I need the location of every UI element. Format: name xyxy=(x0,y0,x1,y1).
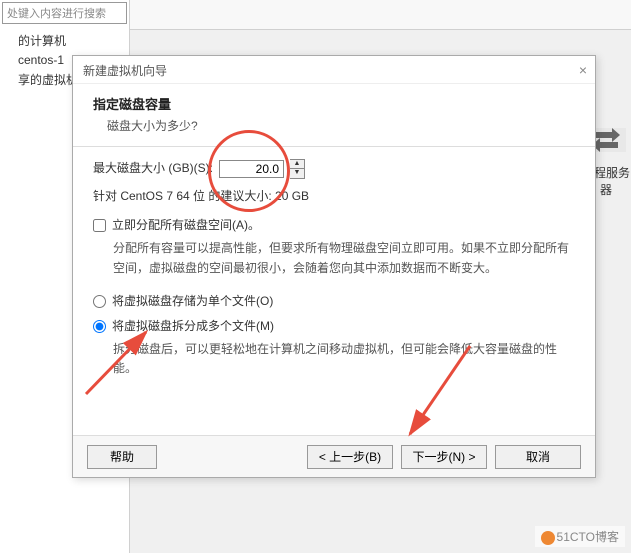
radio-multi-desc: 拆分磁盘后，可以更轻松地在计算机之间移动虚拟机，但可能会降低大容量磁盘的性能。 xyxy=(113,340,575,378)
allocate-now-label[interactable]: 立即分配所有磁盘空间(A)。 xyxy=(112,216,260,235)
radio-single-file[interactable] xyxy=(93,295,106,308)
dialog-footer: 帮助 < 上一步(B) 下一步(N) > 取消 xyxy=(73,435,595,477)
recommend-row: 针对 CentOS 7 64 位 的建议大小: 20 GB xyxy=(93,187,575,206)
spinner: ▲ ▼ xyxy=(290,159,305,179)
spinner-down-icon[interactable]: ▼ xyxy=(290,169,304,178)
wizard-dialog: 新建虚拟机向导 × 指定磁盘容量 磁盘大小为多少? 最大磁盘大小 (GB)(S)… xyxy=(72,55,596,478)
disk-size-row: 最大磁盘大小 (GB)(S): ▲ ▼ xyxy=(93,159,575,179)
watermark-text: 51CTO博客 xyxy=(557,530,619,544)
allocate-now-row: 立即分配所有磁盘空间(A)。 xyxy=(93,216,575,235)
help-button[interactable]: 帮助 xyxy=(87,445,157,469)
radio-single-label[interactable]: 将虚拟磁盘存储为单个文件(O) xyxy=(112,292,273,311)
radio-multi-file[interactable] xyxy=(93,320,106,333)
radio-multi-row: 将虚拟磁盘拆分成多个文件(M) xyxy=(93,317,575,336)
radio-multi-label[interactable]: 将虚拟磁盘拆分成多个文件(M) xyxy=(112,317,274,336)
disk-size-label: 最大磁盘大小 (GB)(S): xyxy=(93,159,213,178)
dialog-body: 最大磁盘大小 (GB)(S): ▲ ▼ 针对 CentOS 7 64 位 的建议… xyxy=(73,159,595,379)
watermark-icon xyxy=(541,531,555,545)
next-button[interactable]: 下一步(N) > xyxy=(401,445,487,469)
dialog-titlebar: 新建虚拟机向导 × xyxy=(73,56,595,84)
radio-single-row: 将虚拟磁盘存储为单个文件(O) xyxy=(93,292,575,311)
spinner-up-icon[interactable]: ▲ xyxy=(290,160,304,169)
top-tabs xyxy=(130,0,631,30)
search-input[interactable]: 处键入内容进行搜索 xyxy=(2,2,127,24)
allocate-desc: 分配所有容量可以提高性能，但要求所有物理磁盘空间立即可用。如果不立即分配所有空间… xyxy=(113,239,575,277)
dialog-header-title: 指定磁盘容量 xyxy=(93,94,575,113)
close-icon[interactable]: × xyxy=(579,62,587,78)
dialog-title: 新建虚拟机向导 xyxy=(83,64,167,78)
watermark: 51CTO博客 xyxy=(535,526,625,547)
disk-size-input[interactable] xyxy=(219,160,284,178)
tree-item-computer[interactable]: 的计算机 xyxy=(4,30,125,51)
cancel-button[interactable]: 取消 xyxy=(495,445,581,469)
dialog-header-subtitle: 磁盘大小为多少? xyxy=(107,117,575,134)
back-button[interactable]: < 上一步(B) xyxy=(307,445,393,469)
divider xyxy=(73,146,595,147)
dialog-header: 指定磁盘容量 磁盘大小为多少? xyxy=(73,84,595,146)
allocate-now-checkbox[interactable] xyxy=(93,219,106,232)
